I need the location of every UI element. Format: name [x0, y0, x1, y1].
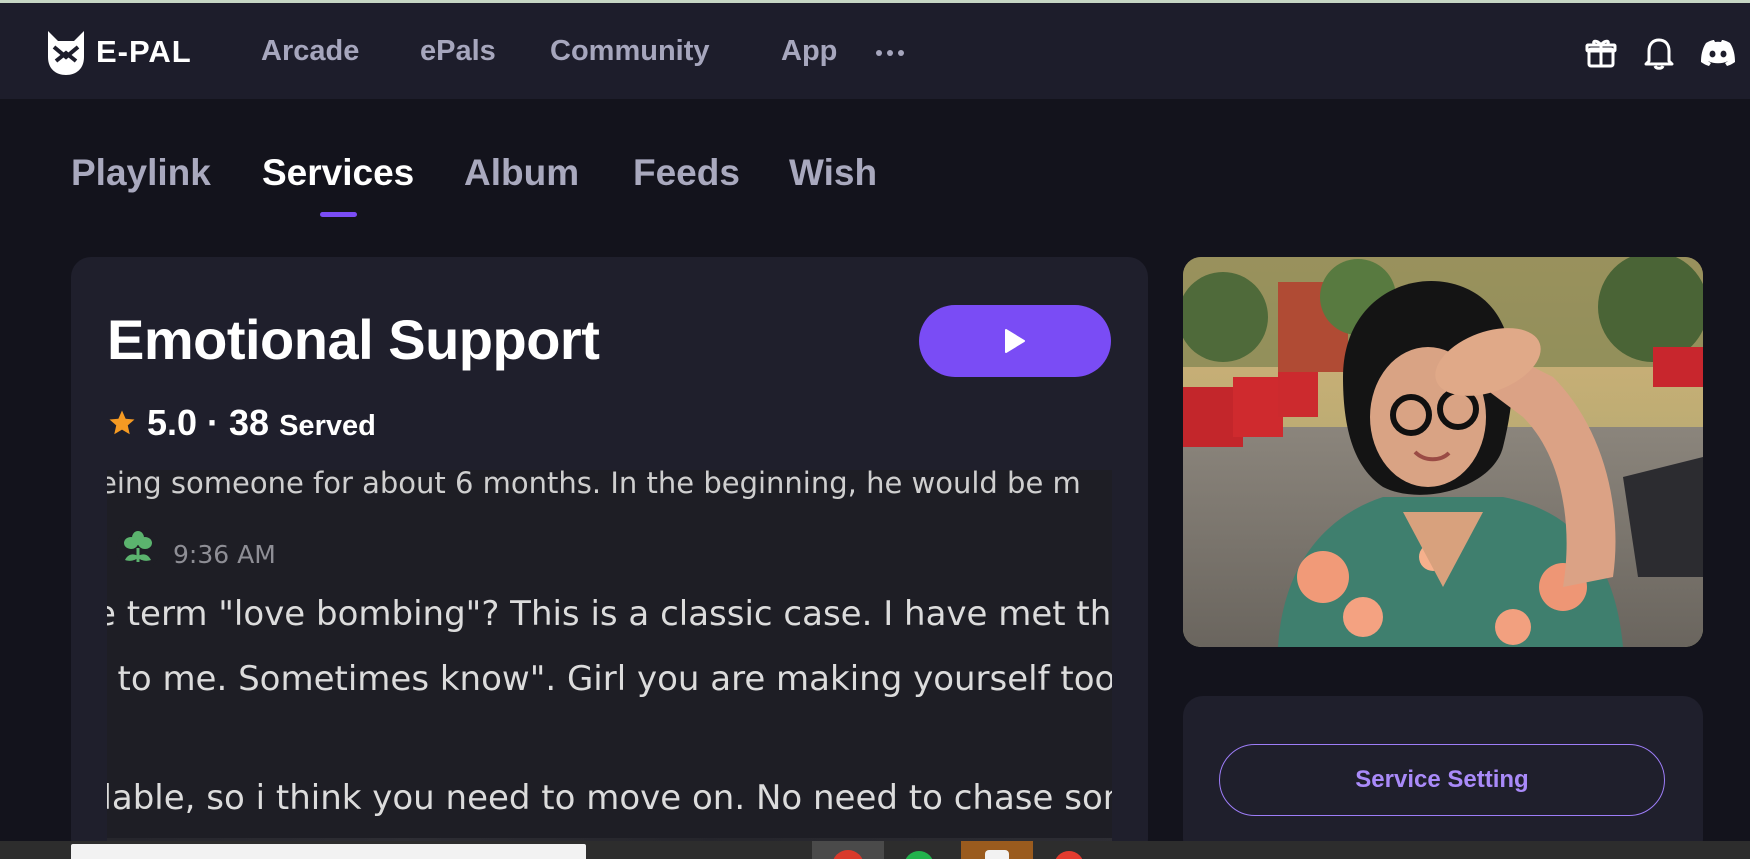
rating-row: 5.0 · 38 Served: [107, 402, 376, 444]
more-dots-icon[interactable]: [876, 39, 916, 67]
tab-services[interactable]: Services: [262, 152, 414, 194]
flower-avatar-icon: [116, 527, 160, 571]
taskbar-search-box[interactable]: [71, 844, 586, 859]
service-panel: Emotional Support 5.0 · 38 Served eing s…: [71, 257, 1148, 859]
tab-wish[interactable]: Wish: [789, 152, 877, 194]
top-navbar: E-PAL Arcade ePals Community App: [0, 3, 1750, 99]
served-label: Served: [279, 410, 376, 442]
rating-and-served-count: 5.0 · 38: [147, 402, 270, 443]
play-icon: [1005, 329, 1025, 353]
gift-icon[interactable]: [1581, 33, 1621, 73]
bell-icon[interactable]: [1639, 33, 1679, 73]
active-tab-indicator: [320, 212, 357, 217]
service-settings-card: Service Setting: [1183, 696, 1703, 859]
service-setting-button[interactable]: Service Setting: [1219, 744, 1665, 816]
tab-feeds[interactable]: Feeds: [633, 152, 740, 194]
nav-link-arcade[interactable]: Arcade: [261, 35, 359, 68]
star-icon: [109, 410, 135, 435]
chat-text-line: eing someone for about 6 months. In the …: [107, 470, 1081, 500]
brand-name: E-PAL: [96, 34, 192, 69]
taskbar-app-icon[interactable]: [1052, 841, 1124, 859]
chat-text-line: k to me. Sometimes know". Girl you are m…: [107, 659, 1112, 699]
discord-icon[interactable]: [1698, 33, 1738, 73]
cat-logo-icon: [48, 31, 84, 75]
nav-link-epals[interactable]: ePals: [420, 35, 496, 68]
taskbar-app-icon[interactable]: [812, 841, 884, 859]
service-cover-image: eing someone for about 6 months. In the …: [107, 470, 1112, 859]
profile-photo[interactable]: [1183, 257, 1703, 647]
nav-link-community[interactable]: Community: [550, 35, 710, 68]
tab-album[interactable]: Album: [464, 152, 579, 194]
epal-logo[interactable]: E-PAL: [44, 27, 192, 77]
chat-timestamp: 9:36 AM: [173, 540, 276, 569]
play-voice-button[interactable]: [919, 305, 1111, 377]
taskbar-app-icon[interactable]: [896, 841, 968, 859]
chat-text-line: ilable, so i think you need to move on. …: [107, 778, 1112, 818]
service-title: Emotional Support: [107, 308, 600, 371]
taskbar-app-icon[interactable]: [961, 841, 1033, 859]
profile-photo-illustration: [1183, 257, 1703, 647]
tab-playlink[interactable]: Playlink: [71, 152, 211, 194]
nav-link-app[interactable]: App: [781, 35, 837, 68]
chat-text-line: e term "love bombing"? This is a classic…: [107, 594, 1112, 634]
